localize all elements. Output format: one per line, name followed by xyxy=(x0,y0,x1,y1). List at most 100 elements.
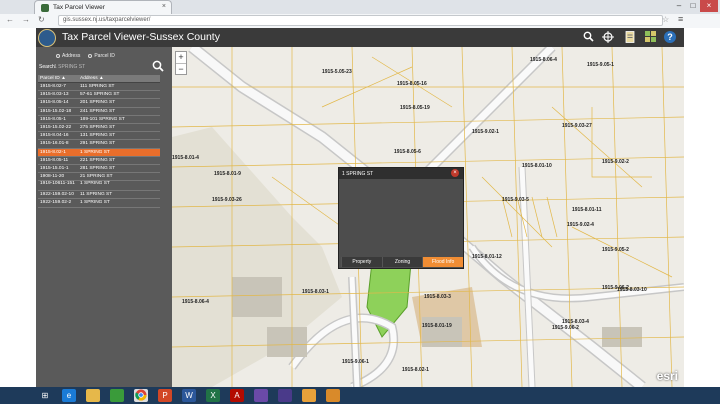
search-type-tabs: Address Parcel ID xyxy=(56,53,115,59)
store-icon[interactable] xyxy=(110,389,124,402)
table-row[interactable]: 1915-16.01-8 291 SPRING ST xyxy=(38,140,160,149)
browser-tab[interactable]: Tax Parcel Viewer × xyxy=(34,0,172,14)
app-icon[interactable] xyxy=(302,389,316,402)
minimize-button[interactable]: – xyxy=(672,0,686,12)
parcel-label: 1915-9.02-4 xyxy=(567,222,594,228)
tab-close-icon[interactable]: × xyxy=(162,3,166,10)
row-address: 11 SPRING ST xyxy=(80,192,113,198)
tab-address[interactable]: Address xyxy=(56,53,80,59)
row-parcel-id: 1922-159.02-10 xyxy=(40,192,74,198)
table-row[interactable]: 1919-10611-151 1 SPRING ST xyxy=(38,181,160,192)
row-parcel-id: 1915-16.01-8 xyxy=(40,141,69,147)
url-input[interactable]: gis.sussex.nj.us/taxparcelviewer/ xyxy=(58,15,663,26)
parcel-label: 1915-8.01-12 xyxy=(472,254,502,260)
col-address[interactable]: Address ▲ xyxy=(78,75,160,82)
zoom-in-button[interactable]: + xyxy=(176,52,186,63)
table-row[interactable]: 1915-8.05-1 189-101 SPRING ST xyxy=(38,116,160,124)
maximize-button[interactable]: □ xyxy=(686,0,700,12)
map-view[interactable]: 1915-5.05-23 1915-8.06-4 1915-9.05-1 1915-8… xyxy=(172,47,684,387)
row-address: 21 SPRING ST xyxy=(80,174,113,180)
tab-parcel-id[interactable]: Parcel ID xyxy=(88,53,115,59)
table-row[interactable]: 1915-8.03-13 57-61 SPRING ST xyxy=(38,91,160,100)
table-row[interactable]: 1922-159.02-2 1 SPRING ST xyxy=(38,199,160,208)
table-row[interactable]: 1915-15.01-1 281 SPRING ST xyxy=(38,165,160,174)
zoom-control: + − xyxy=(175,51,187,75)
table-row[interactable]: 1922-159.02-10 11 SPRING ST xyxy=(38,191,160,200)
powerpoint-icon[interactable]: P xyxy=(158,389,172,402)
table-row[interactable]: 1915-8.05-14 201 SPRING ST xyxy=(38,99,160,108)
tab-title: Tax Parcel Viewer xyxy=(53,4,105,11)
zoom-out-button[interactable]: − xyxy=(176,63,186,74)
chrome-icon[interactable] xyxy=(134,389,148,402)
ie-icon[interactable]: e xyxy=(62,389,76,402)
parcel-label: 1915-8.05-19 xyxy=(400,105,430,111)
back-button[interactable]: ← xyxy=(6,15,14,24)
search-icon[interactable] xyxy=(582,31,594,43)
parcel-label: 1915-5.05-23 xyxy=(322,69,352,75)
popup-tabs: Property Zoning Flood Info xyxy=(341,257,464,267)
row-address: 241 SPRING ST xyxy=(80,108,116,114)
parcel-label: 1915-8.03-1 xyxy=(302,289,329,295)
acrobat-icon[interactable]: A xyxy=(230,389,244,402)
app-header: Tax Parcel Viewer-Sussex County ? xyxy=(36,28,684,47)
table-row[interactable]: 1915-8.04-16 131 SPRING ST xyxy=(38,132,160,141)
reload-button[interactable]: ↻ xyxy=(38,15,45,24)
table-row[interactable]: 1915-8.02-7 111 SPRING ST xyxy=(38,83,160,92)
row-parcel-id: 1919-10611-151 xyxy=(40,181,75,187)
parcel-popup: 1 SPRING ST × Property Zoning Flood Info xyxy=(338,167,464,269)
row-address: 275 SPRING ST xyxy=(80,124,116,130)
search-input[interactable]: 1 SPRING ST xyxy=(54,64,85,70)
row-address: 221 SPRING ST xyxy=(80,157,116,163)
windows-taskbar: ⊞ e P W X A xyxy=(0,387,720,404)
page-margin xyxy=(684,47,720,387)
bookmark-star-icon[interactable]: ☆ xyxy=(662,15,669,24)
row-parcel-id: 1915-8.02-7 xyxy=(40,84,66,89)
tab-zoning[interactable]: Zoning xyxy=(381,257,423,267)
table-row[interactable]: 1908-11-20 21 SPRING ST xyxy=(38,173,160,182)
app-title: Tax Parcel Viewer-Sussex County xyxy=(62,31,220,43)
table-row[interactable]: 1915-8.05-11 221 SPRING ST xyxy=(38,157,160,165)
row-address: 291 SPRING ST xyxy=(80,141,116,147)
tab-flood-info[interactable]: Flood Info xyxy=(422,257,464,267)
app-icon[interactable] xyxy=(278,389,292,402)
parcel-label: 1915-9.05-2 xyxy=(602,247,629,253)
parcel-label: 1915-9.05-1 xyxy=(587,62,614,68)
document-icon[interactable] xyxy=(624,31,636,43)
explorer-icon[interactable] xyxy=(86,389,100,402)
close-window-button[interactable]: × xyxy=(700,0,718,12)
parcel-label: 1915-9.03-26 xyxy=(212,197,242,203)
row-parcel-id: 1915-15.01-1 xyxy=(40,165,69,171)
search-sidebar: Address Parcel ID Search 1 SPRING ST Par… xyxy=(36,47,172,387)
parcel-label: 1915-8.01-4 xyxy=(172,155,199,161)
app-icon[interactable] xyxy=(254,389,268,402)
parcel-label: 1915-8.01-19 xyxy=(422,323,452,329)
tab-property[interactable]: Property xyxy=(341,257,382,267)
parcel-label: 1915-9.06-1 xyxy=(342,359,369,365)
row-parcel-id: 1922-159.02-2 xyxy=(40,200,72,206)
browser-menu-icon[interactable]: ≡ xyxy=(678,14,683,24)
basemap-icon[interactable] xyxy=(644,31,656,43)
esri-logo: esri xyxy=(656,369,678,383)
excel-icon[interactable]: X xyxy=(206,389,220,402)
row-address: 1 SPRING ST xyxy=(80,200,110,206)
parcel-label: 1915-8.01-11 xyxy=(572,207,602,213)
app-icon[interactable] xyxy=(326,389,340,402)
locate-icon[interactable] xyxy=(602,31,614,43)
parcel-label: 1915-9.03-5 xyxy=(502,197,529,203)
forward-button[interactable]: → xyxy=(22,15,30,24)
table-row[interactable]: 1915-8.02-1 1 SPRING ST xyxy=(38,148,160,157)
search-go-icon[interactable] xyxy=(152,60,164,75)
table-row[interactable]: 1915-15.02-22 275 SPRING ST xyxy=(38,124,160,133)
table-row[interactable]: 1915-15.02-18 241 SPRING ST xyxy=(38,108,160,116)
row-parcel-id: 1915-8.02-1 xyxy=(40,149,66,155)
help-icon[interactable]: ? xyxy=(664,31,676,43)
favicon-icon xyxy=(41,4,49,12)
county-seal-icon xyxy=(38,29,56,47)
window-controls: – □ × xyxy=(672,0,718,12)
word-icon[interactable]: W xyxy=(182,389,196,402)
col-parcel-id[interactable]: Parcel ID ▲ xyxy=(38,75,78,82)
row-parcel-id: 1915-8.05-14 xyxy=(40,100,69,106)
start-button[interactable]: ⊞ xyxy=(38,389,52,402)
row-parcel-id: 1915-8.05-1 xyxy=(40,116,66,122)
popup-close-icon[interactable]: × xyxy=(451,169,459,177)
